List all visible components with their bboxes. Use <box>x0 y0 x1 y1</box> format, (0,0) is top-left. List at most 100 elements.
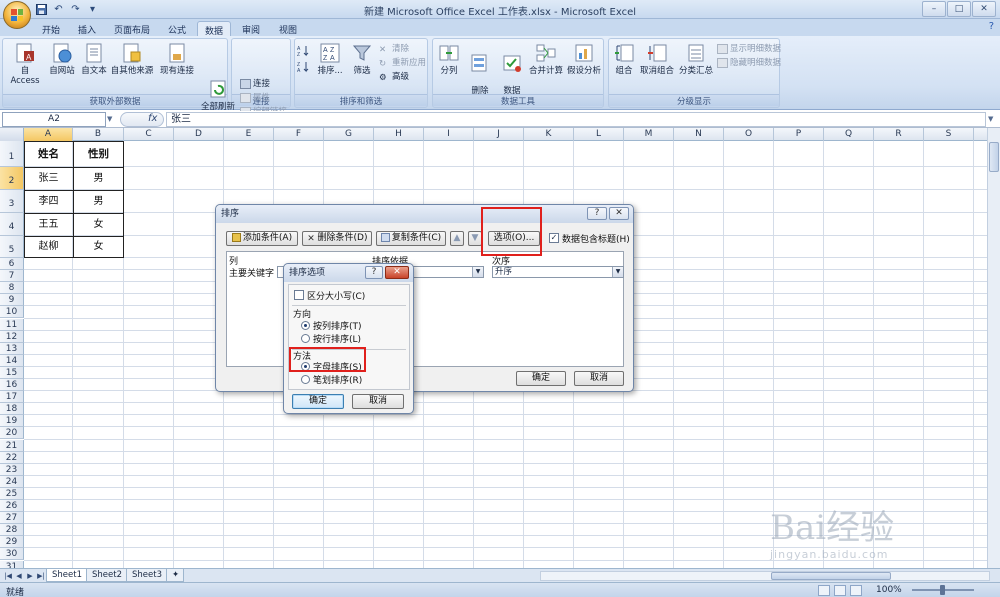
connections-link[interactable]: 连接 <box>240 78 270 90</box>
row-header-9[interactable]: 9 <box>0 294 24 307</box>
horizontal-scroll-thumb[interactable] <box>771 572 891 580</box>
row-header-31[interactable]: 31 <box>0 560 24 568</box>
row-header-25[interactable]: 25 <box>0 487 24 500</box>
row-header-16[interactable]: 16 <box>0 379 24 392</box>
sort-options-help-button[interactable]: ? <box>365 266 383 279</box>
column-header-S[interactable]: S <box>924 128 974 141</box>
row-header-27[interactable]: 27 <box>0 512 24 525</box>
from-access-button[interactable]: A 自 Access <box>5 42 45 86</box>
column-header-N[interactable]: N <box>674 128 724 141</box>
column-header-K[interactable]: K <box>524 128 574 141</box>
vertical-scroll-thumb[interactable] <box>989 142 999 172</box>
sort-ok-button[interactable]: 确定 <box>516 371 566 386</box>
existing-connections-button[interactable]: 现有连接 <box>157 42 197 76</box>
insert-function-icon[interactable]: fx <box>148 113 157 124</box>
row-header-17[interactable]: 17 <box>0 391 24 404</box>
sheet-tab-sheet1[interactable]: Sheet1 <box>46 569 88 582</box>
subtotal-button[interactable]: 分类汇总 <box>677 42 715 76</box>
sort-dialog-close-button[interactable]: ✕ <box>609 207 629 220</box>
consolidate-button[interactable]: 合并计算 <box>529 42 563 76</box>
column-header-H[interactable]: H <box>374 128 424 141</box>
column-header-E[interactable]: E <box>224 128 274 141</box>
column-header-J[interactable]: J <box>474 128 524 141</box>
row-header-20[interactable]: 20 <box>0 427 24 440</box>
row-header-30[interactable]: 30 <box>0 548 24 561</box>
row-header-3[interactable]: 3 <box>0 190 24 213</box>
expand-formula-icon[interactable]: ▼ <box>988 112 998 127</box>
from-other-sources-button[interactable]: 自其他来源 <box>109 42 155 76</box>
refresh-all-button[interactable]: 全部刷新 <box>198 78 238 112</box>
prev-sheet-icon[interactable]: ◀ <box>14 571 24 581</box>
case-sensitive-checkbox[interactable] <box>294 290 304 300</box>
row-header-5[interactable]: 5 <box>0 236 24 258</box>
name-box[interactable]: A2 <box>2 112 106 127</box>
sort-options-cancel-button[interactable]: 取消 <box>352 394 404 409</box>
zoom-level[interactable]: 100% <box>876 585 902 595</box>
last-sheet-icon[interactable]: ▶| <box>36 571 46 581</box>
move-down-button[interactable]: ▼ <box>468 231 482 246</box>
from-text-button[interactable]: 自文本 <box>79 42 109 76</box>
column-header-D[interactable]: D <box>174 128 224 141</box>
row-header-23[interactable]: 23 <box>0 463 24 476</box>
page-break-view-icon[interactable] <box>850 585 862 596</box>
ungroup-button[interactable]: 取消组合 <box>637 42 677 76</box>
select-all-corner[interactable] <box>0 128 24 141</box>
copy-level-button[interactable]: 复制条件(C) <box>376 231 446 246</box>
has-header-checkbox[interactable]: ✓ <box>549 233 559 243</box>
column-header-B[interactable]: B <box>73 128 124 141</box>
first-sheet-icon[interactable]: |◀ <box>3 571 13 581</box>
sort-cancel-button[interactable]: 取消 <box>574 371 624 386</box>
column-header-M[interactable]: M <box>624 128 674 141</box>
row-header-10[interactable]: 10 <box>0 306 24 319</box>
row-header-6[interactable]: 6 <box>0 258 24 271</box>
column-header-C[interactable]: C <box>124 128 174 141</box>
tab-review[interactable]: 审阅 <box>234 21 268 36</box>
tab-insert[interactable]: 插入 <box>70 21 104 36</box>
column-header-L[interactable]: L <box>574 128 624 141</box>
row-header-21[interactable]: 21 <box>0 439 24 452</box>
order-combo[interactable]: 升序 ▼ <box>492 266 624 278</box>
row-header-18[interactable]: 18 <box>0 403 24 416</box>
vertical-scrollbar[interactable] <box>987 128 1000 568</box>
row-header-12[interactable]: 12 <box>0 330 24 343</box>
column-header-O[interactable]: O <box>724 128 774 141</box>
orient-left-right-radio[interactable] <box>301 334 310 343</box>
sort-options-ok-button[interactable]: 确定 <box>292 394 344 409</box>
column-header-R[interactable]: R <box>874 128 924 141</box>
next-sheet-icon[interactable]: ▶ <box>25 571 35 581</box>
tab-formulas[interactable]: 公式 <box>160 21 194 36</box>
row-header-24[interactable]: 24 <box>0 475 24 488</box>
add-level-button[interactable]: 添加条件(A) <box>226 231 298 246</box>
maximize-button[interactable]: □ <box>947 1 971 17</box>
sort-dialog-help-button[interactable]: ? <box>587 207 607 220</box>
formula-input[interactable]: 张三 <box>166 112 986 127</box>
from-web-button[interactable]: 自网站 <box>47 42 77 76</box>
method-stroke-radio[interactable] <box>301 375 310 384</box>
zoom-slider-thumb[interactable] <box>940 585 945 595</box>
row-header-14[interactable]: 14 <box>0 354 24 367</box>
what-if-analysis-button[interactable]: 假设分析 <box>565 42 603 76</box>
delete-level-button[interactable]: ✕ 删除条件(D) <box>302 231 372 246</box>
column-header-I[interactable]: I <box>424 128 474 141</box>
normal-view-icon[interactable] <box>818 585 830 596</box>
advanced-filter-link[interactable]: ⚙ 高级 <box>379 71 409 83</box>
move-up-button[interactable]: ▲ <box>450 231 464 246</box>
column-header-F[interactable]: F <box>274 128 324 141</box>
group-button[interactable]: 组合 <box>611 42 637 76</box>
row-header-4[interactable]: 4 <box>0 213 24 236</box>
row-header-8[interactable]: 8 <box>0 282 24 295</box>
page-layout-view-icon[interactable] <box>834 585 846 596</box>
minimize-button[interactable]: – <box>922 1 946 17</box>
row-header-15[interactable]: 15 <box>0 366 24 379</box>
sort-options-close-button[interactable]: ✕ <box>385 266 409 279</box>
tab-page-layout[interactable]: 页面布局 <box>107 21 157 36</box>
tab-view[interactable]: 视图 <box>271 21 305 36</box>
sort-az-icon[interactable]: AZ <box>297 45 311 60</box>
column-header-A[interactable]: A <box>24 128 73 141</box>
office-button[interactable] <box>3 1 31 29</box>
name-box-dropdown-icon[interactable]: ▼ <box>107 112 117 127</box>
row-header-29[interactable]: 29 <box>0 536 24 549</box>
row-header-1[interactable]: 1 <box>0 141 24 167</box>
sort-za-icon[interactable]: ZA <box>297 61 311 76</box>
filter-button[interactable]: 筛选 <box>349 42 375 76</box>
